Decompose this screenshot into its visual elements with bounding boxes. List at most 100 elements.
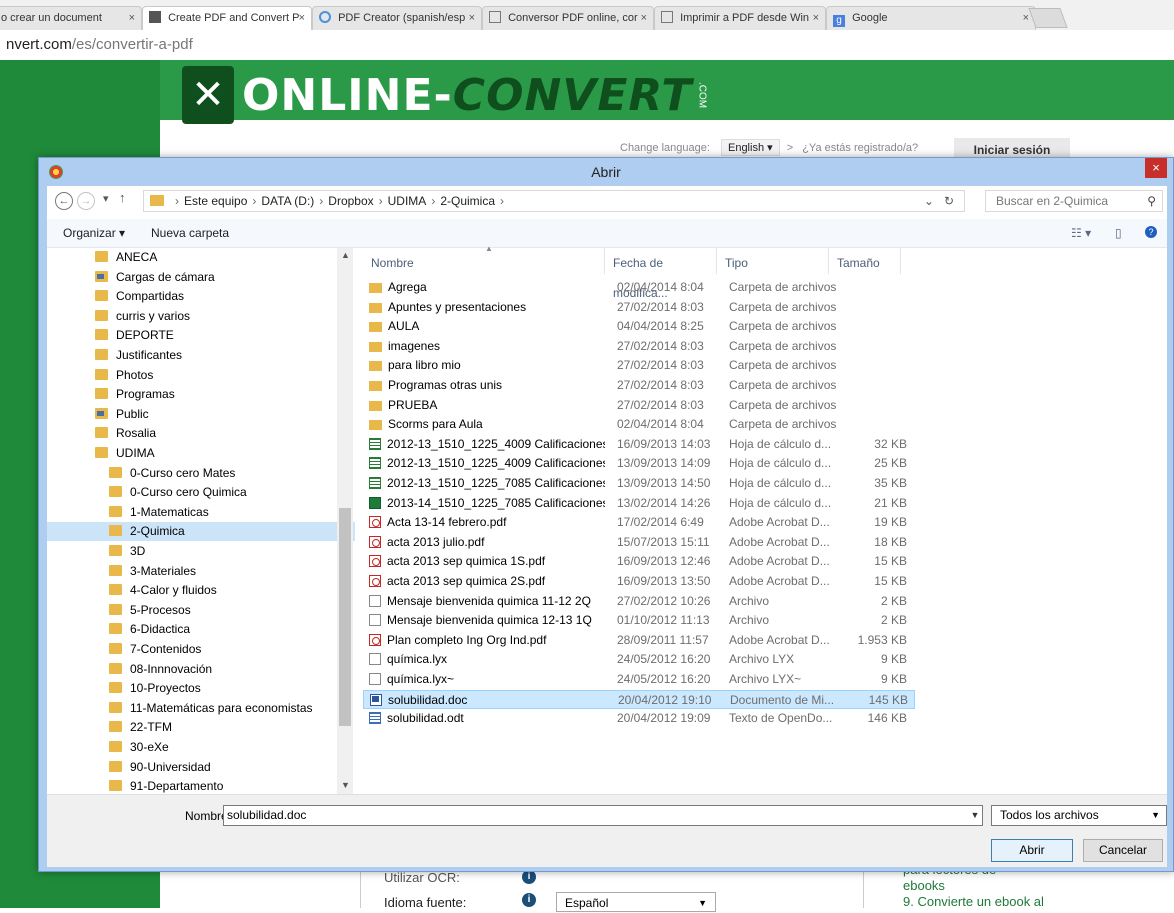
breadcrumb-item[interactable]: UDIMA [388, 194, 427, 208]
file-row[interactable]: Acta 13-14 febrero.pdf 17/02/2014 6:49 Ado… [363, 513, 915, 532]
tree-item[interactable]: 08-Innnovación [109, 660, 349, 679]
file-row[interactable]: acta 2013 sep quimica 1S.pdf 16/09/2013 1… [363, 552, 915, 571]
column-header-name[interactable]: Nombre [363, 248, 605, 274]
tree-item[interactable]: 22-TFM [109, 718, 349, 737]
view-options-icon[interactable]: ☷ ▾ [1071, 226, 1091, 240]
tree-item[interactable]: 4-Calor y fluidos [109, 581, 349, 600]
up-button[interactable]: ↑ [119, 190, 126, 205]
source-language-select[interactable]: Español ▼ [556, 892, 716, 912]
new-tab-button[interactable] [1028, 8, 1068, 28]
scroll-down-icon[interactable]: ▼ [341, 780, 350, 790]
tab-close-icon[interactable]: × [1023, 7, 1029, 29]
search-input[interactable]: Buscar en 2-Quimica ⚲ [985, 190, 1163, 212]
breadcrumb[interactable]: › Este equipo › DATA (D:) › Dropbox › UDIMA › 2-Q… [143, 190, 965, 212]
file-row[interactable]: AULA 04/04/2014 8:25 Carpeta de archivos [363, 317, 915, 336]
tree-item[interactable]: UDIMA [95, 444, 335, 463]
tab-close-icon[interactable]: × [129, 7, 135, 29]
tree-item[interactable]: Public [95, 405, 335, 424]
tab-close-icon[interactable]: × [813, 7, 819, 29]
file-row[interactable]: Plan completo Ing Org Ind.pdf 28/09/2011 … [363, 631, 915, 650]
chevron-down-icon[interactable]: ⌄ [924, 194, 934, 208]
browser-tab-active[interactable]: Create PDF and Convert P × [142, 6, 312, 30]
tree-item[interactable]: Compartidas [95, 287, 335, 306]
file-row[interactable]: química.lyx 24/05/2012 16:20 Archivo LYX 9 … [363, 650, 915, 669]
refresh-icon[interactable]: ↻ [944, 194, 954, 208]
tree-item[interactable]: 10-Proyectos [109, 679, 349, 698]
file-row[interactable]: química.lyx~ 24/05/2012 16:20 Archivo LYX~… [363, 670, 915, 689]
scroll-up-icon[interactable]: ▲ [341, 250, 350, 260]
language-arrow-icon[interactable]: > [787, 142, 793, 154]
tree-item[interactable]: 3-Materiales [109, 562, 349, 581]
breadcrumb-item[interactable]: 2-Quimica [440, 194, 495, 208]
preview-pane-icon[interactable]: ▯ [1115, 226, 1122, 240]
browser-tab[interactable]: o crear un document × [0, 6, 142, 30]
search-icon[interactable]: ⚲ [1147, 191, 1156, 211]
close-button[interactable]: × [1145, 158, 1167, 178]
breadcrumb-item[interactable]: DATA (D:) [261, 194, 314, 208]
tree-item[interactable]: DEPORTE [95, 326, 335, 345]
file-row[interactable]: PRUEBA 27/02/2014 8:03 Carpeta de archivos [363, 396, 915, 415]
file-row[interactable]: Programas otras unis 27/02/2014 8:03 Carpe… [363, 376, 915, 395]
tree-item[interactable]: Photos [95, 366, 335, 385]
tree-item[interactable]: Rosalia [95, 424, 335, 443]
file-row[interactable]: imagenes 27/02/2014 8:03 Carpeta de archiv… [363, 337, 915, 356]
tree-item[interactable]: 90-Universidad [109, 758, 349, 777]
file-row[interactable]: solubilidad.odt 20/04/2012 19:09 Texto de … [363, 709, 915, 728]
tree-item[interactable]: 30-eXe [109, 738, 349, 757]
file-row[interactable]: Apuntes y presentaciones 27/02/2014 8:03 C… [363, 298, 915, 317]
info-icon[interactable]: i [522, 893, 536, 907]
tree-item[interactable]: 5-Procesos [109, 601, 349, 620]
tree-item[interactable]: 7-Contenidos [109, 640, 349, 659]
column-header-date[interactable]: Fecha de modifica... [605, 248, 717, 300]
tree-item[interactable]: 2-Quimica [47, 522, 355, 542]
open-button[interactable]: Abrir [991, 839, 1073, 862]
tree-item[interactable]: Cargas de cámara [95, 268, 335, 287]
language-select[interactable]: English ▾ [720, 139, 780, 156]
url-text[interactable]: nvert.com/es/convertir-a-pdf [6, 36, 193, 53]
tab-close-icon[interactable]: × [641, 7, 647, 29]
filename-input[interactable]: solubilidad.doc [223, 805, 983, 826]
recent-locations-icon[interactable]: ▾ [103, 192, 109, 205]
file-row[interactable]: 2012-13_1510_1225_4009 Calificaciones.od… [363, 454, 915, 473]
organize-button[interactable]: Organizar ▾ [63, 226, 125, 240]
back-button[interactable]: ← [55, 192, 73, 210]
tree-item[interactable]: Programas [95, 385, 335, 404]
info-icon[interactable]: i [522, 870, 536, 884]
tree-item[interactable]: Justificantes [95, 346, 335, 365]
browser-tab[interactable]: Imprimir a PDF desde Win × [654, 6, 826, 30]
breadcrumb-item[interactable]: Dropbox [328, 194, 373, 208]
tree-item[interactable]: curris y varios [95, 307, 335, 326]
file-row[interactable]: acta 2013 julio.pdf 15/07/2013 15:11 Adobe… [363, 533, 915, 552]
address-bar[interactable]: nvert.com/es/convertir-a-pdf [0, 30, 1174, 61]
file-row[interactable]: Mensaje bienvenida quimica 11-12 2Q 27/02… [363, 592, 915, 611]
file-row[interactable]: 2012-13_1510_1225_4009 Calificaciones (2… [363, 435, 915, 454]
tree-item[interactable]: 0-Curso cero Mates [109, 464, 349, 483]
browser-tab[interactable]: Conversor PDF online, cor × [482, 6, 654, 30]
tab-close-icon[interactable]: × [299, 7, 305, 29]
help-icon[interactable]: ? [1145, 226, 1157, 238]
tree-item[interactable]: 11-Matemáticas para economistas [109, 699, 349, 718]
tree-item[interactable]: ANECA [95, 248, 335, 267]
side-list-line[interactable]: ebooks [903, 878, 1044, 894]
tree-scrollbar-thumb[interactable] [339, 508, 351, 726]
tree-item[interactable]: 1-Matematicas [109, 503, 349, 522]
browser-tab[interactable]: PDF Creator (spanish/esp × [312, 6, 482, 30]
file-row[interactable]: solubilidad.doc 20/04/2012 19:10 Documento… [363, 689, 915, 709]
cancel-button[interactable]: Cancelar [1083, 839, 1163, 862]
tree-item[interactable]: 91-Departamento [109, 777, 349, 794]
file-row[interactable]: 2013-14_1510_1225_7085 Calificaciones(1.… [363, 494, 915, 513]
file-row[interactable]: Mensaje bienvenida quimica 12-13 1Q 01/10… [363, 611, 915, 630]
chevron-down-icon[interactable]: ▼ [967, 805, 983, 826]
site-logo[interactable]: ✕ ONLINE-CONVERT .COM [182, 66, 707, 124]
column-header-size[interactable]: Tamaño [829, 248, 901, 274]
tree-item[interactable]: 6-Didactica [109, 620, 349, 639]
breadcrumb-item[interactable]: Este equipo [184, 194, 247, 208]
file-row[interactable]: Scorms para Aula 02/04/2014 8:04 Carpeta d… [363, 415, 915, 434]
column-header-type[interactable]: Tipo [717, 248, 829, 274]
file-row[interactable]: acta 2013 sep quimica 2S.pdf 16/09/2013 1… [363, 572, 915, 591]
file-row[interactable]: Agrega 02/04/2014 8:04 Carpeta de archivos [363, 278, 915, 297]
tree-item[interactable]: 3D [109, 542, 349, 561]
file-row[interactable]: 2012-13_1510_1225_7085 Calificaciones (1… [363, 474, 915, 493]
forward-button[interactable]: → [77, 192, 95, 210]
new-folder-button[interactable]: Nueva carpeta [151, 226, 229, 240]
